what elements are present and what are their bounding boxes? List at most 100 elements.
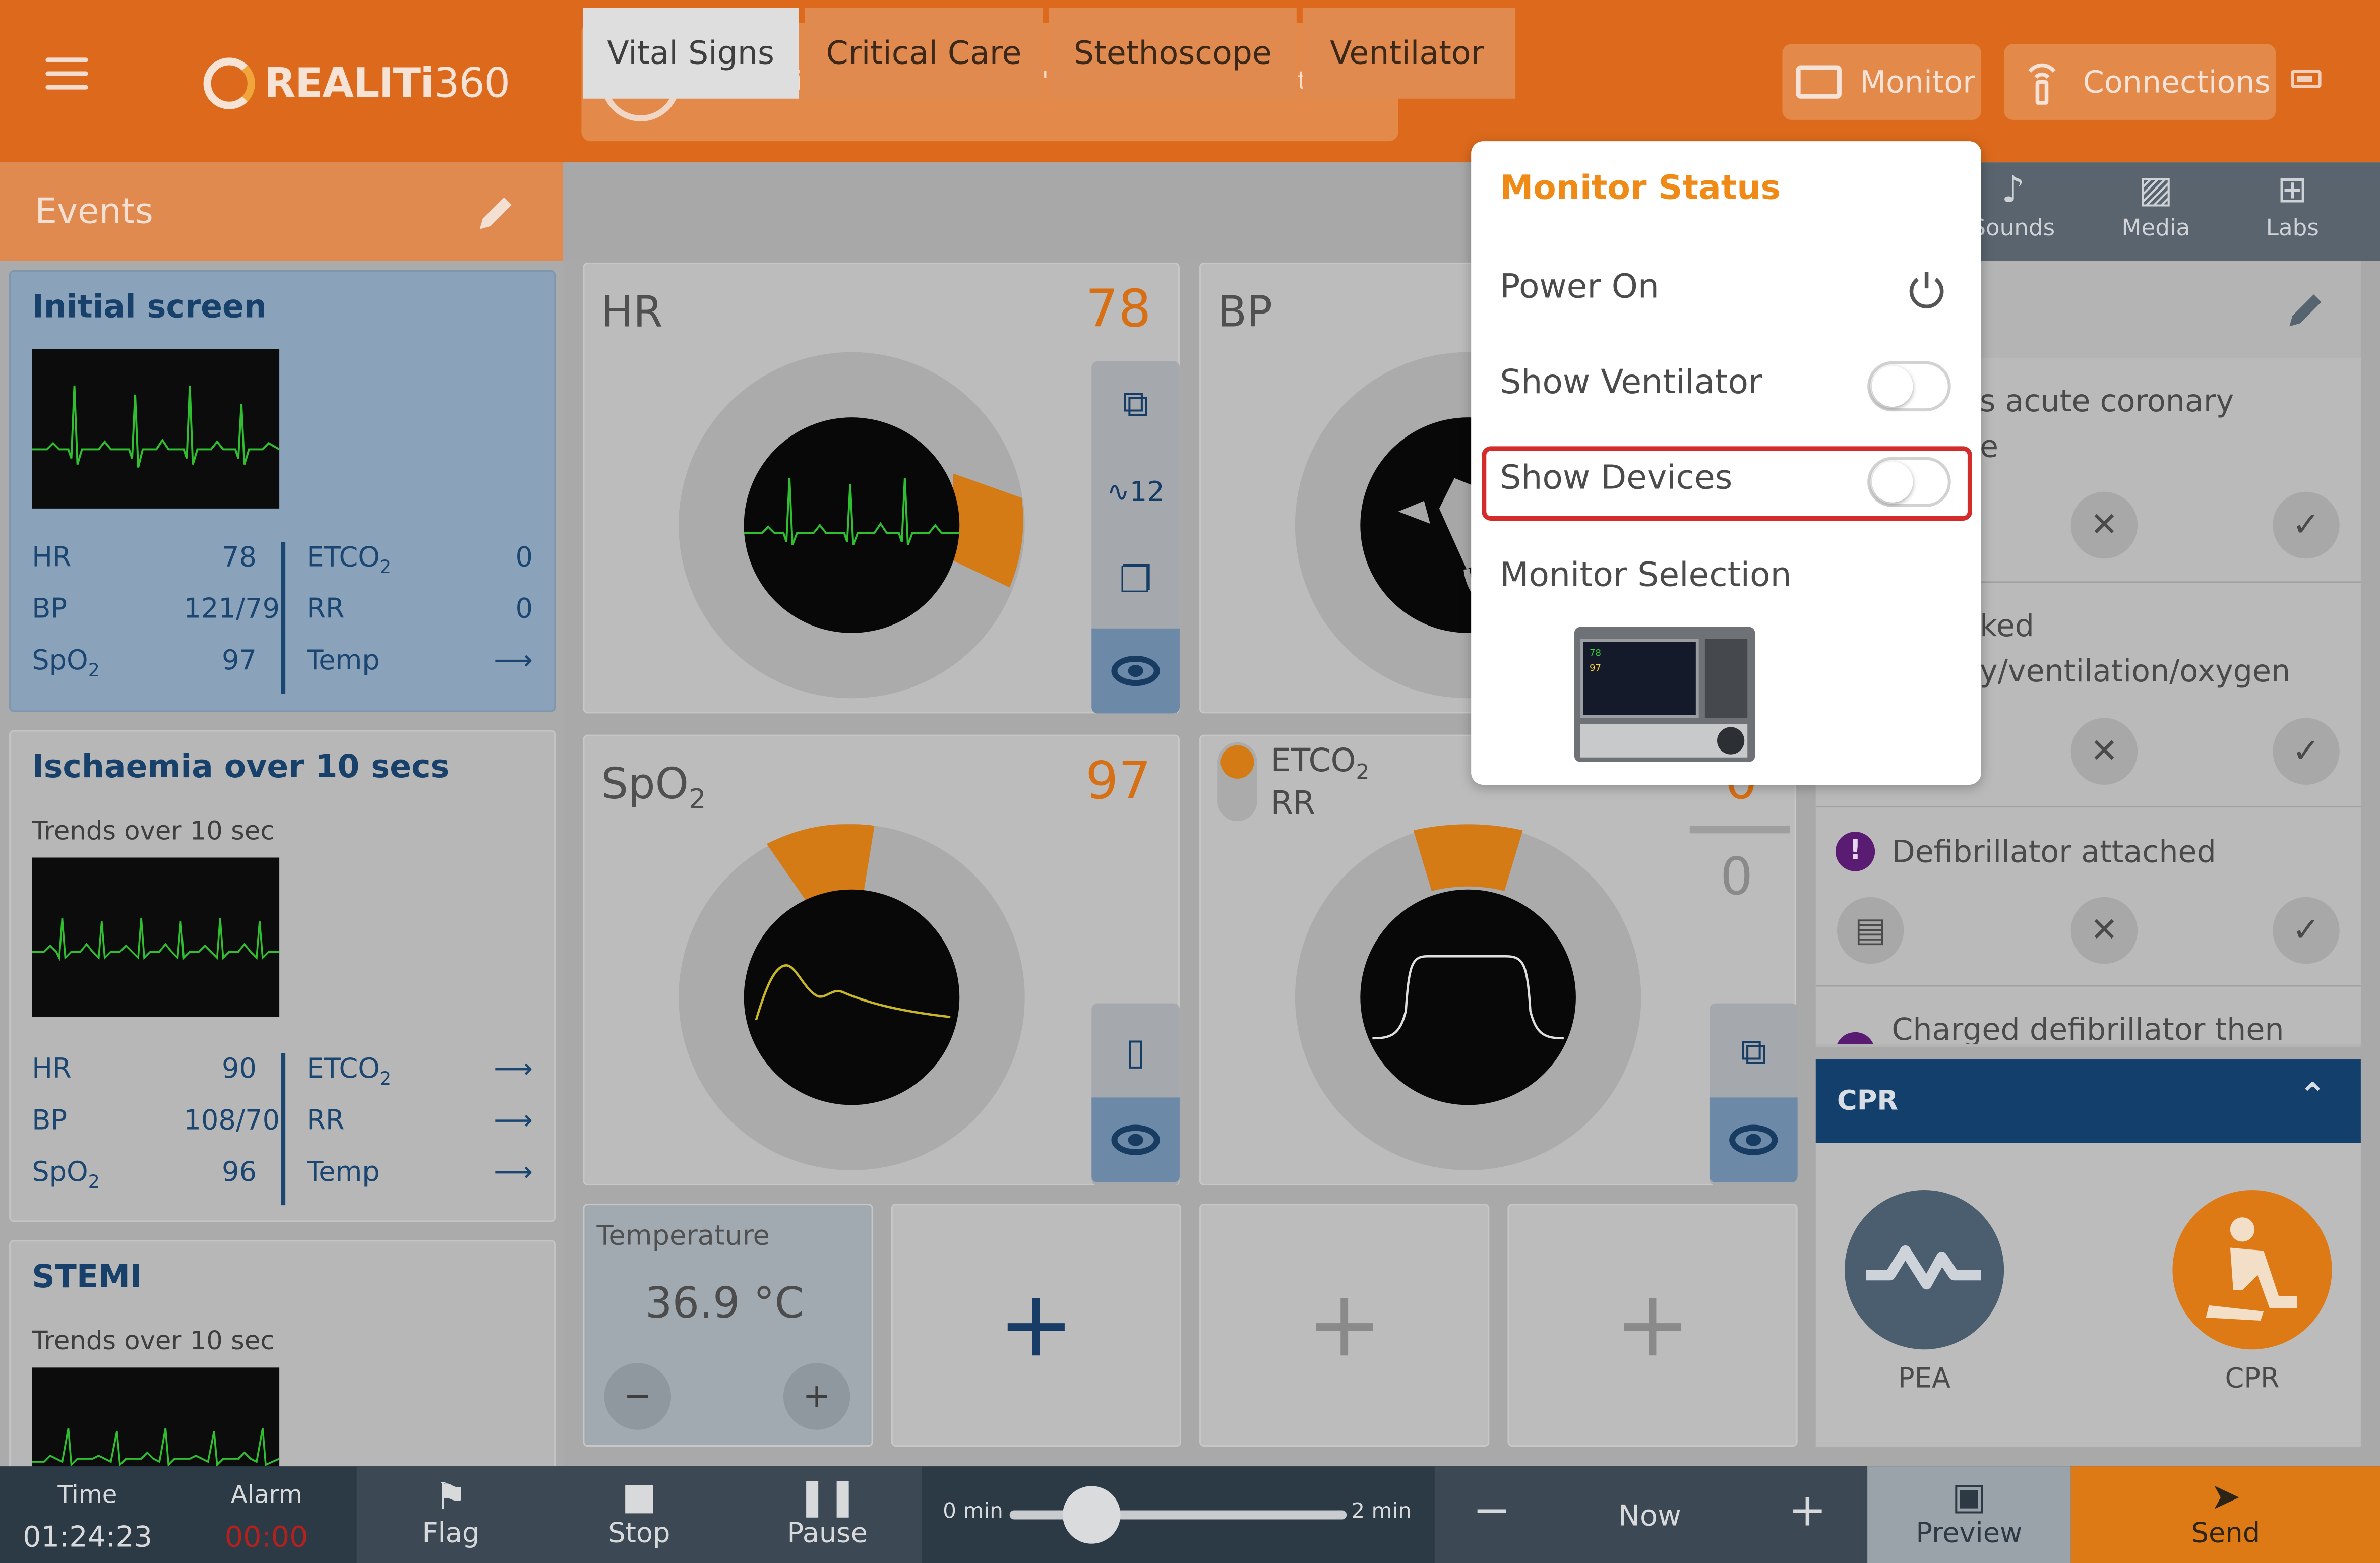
- time-slider-handle[interactable]: [1063, 1486, 1121, 1544]
- open-external-icon[interactable]: ⧉: [1710, 1010, 1798, 1095]
- menu-icon[interactable]: [45, 57, 88, 97]
- signal-tower-icon: [2028, 63, 2056, 105]
- show-ventilator-toggle[interactable]: [1867, 361, 1951, 412]
- ecg-thumbnail: [32, 1367, 280, 1474]
- add-parameter-button[interactable]: +: [1507, 1204, 1798, 1447]
- tab-media[interactable]: ▨ Media: [2095, 165, 2217, 257]
- hr-gauge: [679, 352, 1025, 699]
- spo2-value: 97: [1085, 751, 1151, 812]
- etco2-panel[interactable]: ETCO2 RR 0 0 ⧉: [1199, 734, 1798, 1185]
- spo2-panel[interactable]: SpO2 97 ▯: [583, 734, 1180, 1185]
- plus-box-icon: ⊞: [2277, 168, 2308, 211]
- event-card-ischaemia[interactable]: Ischaemia over 10 secs Trends over 10 se…: [9, 730, 556, 1222]
- open-external-icon[interactable]: ⧉: [1091, 361, 1180, 447]
- etco2-gauge: [1295, 824, 1641, 1170]
- eye-icon[interactable]: [1709, 1097, 1798, 1182]
- add-parameter-button[interactable]: +: [891, 1204, 1181, 1447]
- edit-events-icon[interactable]: [474, 190, 519, 235]
- reject-icon[interactable]: ✕: [2070, 718, 2138, 785]
- comment-icon[interactable]: ▤: [1837, 897, 1904, 964]
- connections-button[interactable]: Connections: [2004, 44, 2276, 120]
- time-slider[interactable]: [1009, 1510, 1347, 1520]
- event-title: Ischaemia over 10 secs: [32, 748, 450, 785]
- tab-ventilator[interactable]: Ventilator: [1302, 8, 1515, 99]
- reject-icon[interactable]: ✕: [2070, 897, 2138, 964]
- app-screen: REALITi360 i Scenario information for "L…: [0, 0, 2380, 1563]
- event-title: STEMI: [32, 1258, 142, 1295]
- app-logo: REALITi 360: [203, 53, 510, 113]
- etco2-toggle[interactable]: [1217, 742, 1257, 822]
- now-button[interactable]: Now: [1618, 1499, 1681, 1533]
- tab-vital-signs[interactable]: Vital Signs: [583, 8, 799, 99]
- hr-value: 78: [1085, 279, 1151, 340]
- cpr-header[interactable]: CPR ⌃: [1815, 1059, 2361, 1143]
- pause-button[interactable]: ❚❚ Pause: [774, 1466, 881, 1563]
- copy-icon[interactable]: ❐: [1091, 537, 1180, 622]
- tab-critical-care[interactable]: Critical Care: [805, 8, 1043, 99]
- cpr-button[interactable]: [2172, 1190, 2332, 1350]
- preview-button[interactable]: ▣ Preview: [1867, 1466, 2071, 1563]
- preview-icon: ▣: [1951, 1475, 1987, 1518]
- temperature-value: 36.9 °C: [645, 1278, 805, 1329]
- check-icon[interactable]: ✓: [2273, 897, 2340, 964]
- send-icon: ➤: [2210, 1475, 2241, 1518]
- logo-ring-icon: [203, 57, 255, 109]
- temperature-decrease-button[interactable]: −: [604, 1363, 672, 1430]
- event-card-initial-screen[interactable]: Initial screen HR 78 ETCO2 0 BP 121/79 RR 0 Sp…: [9, 270, 556, 712]
- minus-button[interactable]: −: [1473, 1484, 1511, 1537]
- right-tab-bar: ♪ Sounds ▨ Media ⊞ Labs: [1967, 162, 2380, 261]
- power-on-label: Power On: [1500, 269, 1659, 307]
- ecg-12-lead-icon[interactable]: ∿12: [1091, 449, 1180, 534]
- check-icon[interactable]: ✓: [2273, 718, 2340, 785]
- eye-icon[interactable]: [1091, 1097, 1180, 1182]
- elapsed-time: 01:24:23: [23, 1521, 153, 1554]
- checklist-item: Charged defibrillator then: [1815, 986, 2361, 1044]
- chevron-up-icon: ⌃: [2298, 1078, 2327, 1116]
- hr-side-buttons: ⧉ ∿12 ❐: [1091, 361, 1180, 714]
- tab-stethoscope[interactable]: Stethoscope: [1049, 8, 1297, 99]
- waveform-icon: [1866, 1245, 1982, 1290]
- tab-labs[interactable]: ⊞ Labs: [2232, 165, 2353, 257]
- alert-icon: [1835, 1032, 1875, 1044]
- send-button[interactable]: ➤ Send: [2070, 1466, 2380, 1563]
- checklist-item: ! Defibrillator attached ▤ ✕ ✓: [1815, 807, 2361, 987]
- image-icon: ▨: [2139, 168, 2173, 211]
- flag-button[interactable]: ⚑ Flag: [398, 1466, 504, 1563]
- monitor-selection-thumbnail[interactable]: 78 97: [1574, 627, 1755, 762]
- show-devices-highlight: [1482, 446, 1972, 521]
- alarm-time: 00:00: [224, 1521, 308, 1554]
- eye-icon[interactable]: [1091, 628, 1180, 714]
- alert-icon: !: [1835, 832, 1875, 871]
- popup-title: Monitor Status: [1500, 170, 1781, 208]
- battery-icon: [2291, 70, 2322, 88]
- monitor-selection-label: Monitor Selection: [1500, 557, 1792, 595]
- event-subtitle: Trends over 10 sec: [32, 817, 275, 847]
- event-subtitle: Trends over 10 sec: [32, 1327, 275, 1357]
- pea-button[interactable]: [1844, 1190, 2004, 1350]
- rr-value: 0: [1720, 847, 1753, 908]
- monitor-icon: [1796, 65, 1842, 99]
- flag-icon: ⚑: [434, 1475, 467, 1518]
- ecg-thumbnail: [32, 349, 280, 509]
- event-vitals: HR 90 ETCO2 ⟶ BP 108/70 RR ⟶ SpO2 96 Temp ⟶: [32, 1053, 539, 1208]
- reject-icon[interactable]: ✕: [2070, 491, 2138, 559]
- temperature-panel[interactable]: Temperature 36.9 °C − +: [583, 1204, 873, 1447]
- event-card-stemi[interactable]: STEMI Trends over 10 sec: [9, 1240, 556, 1498]
- footer-bar: Time 01:24:23 Alarm 00:00 ⚑ Flag ■ Stop ❚❚…: [0, 1466, 2380, 1563]
- edit-checklist-icon[interactable]: [2283, 287, 2329, 332]
- ecg-thumbnail: [32, 857, 280, 1017]
- power-icon[interactable]: [1904, 267, 1949, 312]
- hr-panel[interactable]: HR 78 ⧉ ∿12 ❐: [583, 262, 1180, 714]
- event-title: Initial screen: [32, 288, 267, 325]
- show-ventilator-label: Show Ventilator: [1500, 364, 1762, 403]
- stop-button[interactable]: ■ Stop: [586, 1466, 692, 1563]
- cpr-panel: CPR ⌃ PEA CPR: [1815, 1059, 2361, 1447]
- finger-probe-icon[interactable]: ▯: [1091, 1010, 1180, 1095]
- pause-icon: ❚❚: [797, 1475, 858, 1518]
- spo2-gauge: [679, 824, 1025, 1170]
- add-parameter-button[interactable]: +: [1199, 1204, 1490, 1447]
- plus-button[interactable]: +: [1789, 1484, 1827, 1537]
- monitor-button[interactable]: Monitor: [1782, 44, 1982, 120]
- temperature-increase-button[interactable]: +: [783, 1363, 850, 1430]
- check-icon[interactable]: ✓: [2273, 491, 2340, 559]
